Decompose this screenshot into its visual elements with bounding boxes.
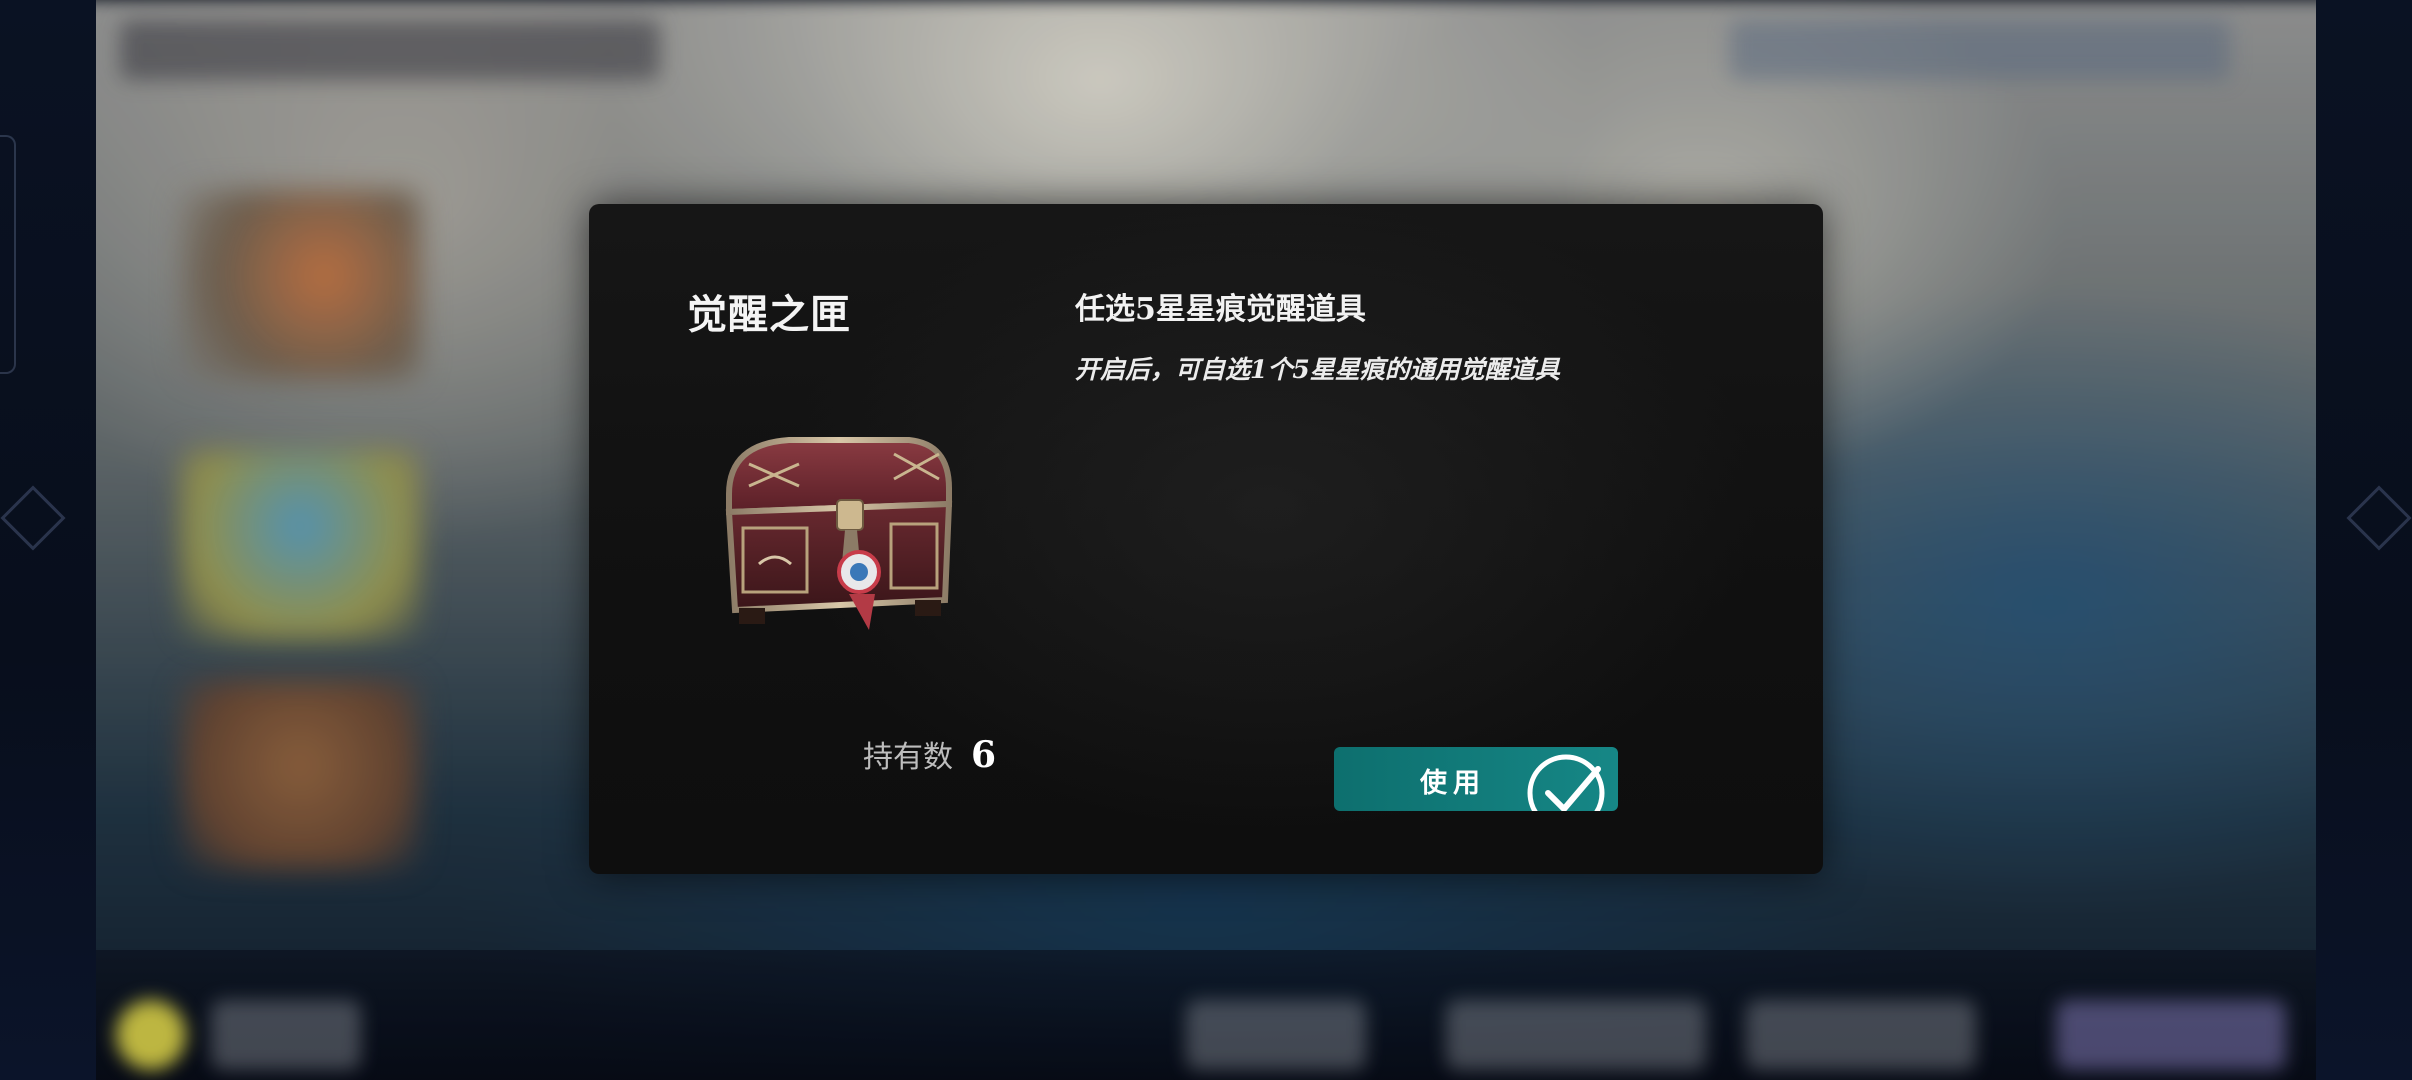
item-name: 觉醒之匣 <box>687 291 851 338</box>
owned-count: 6 <box>971 734 997 776</box>
game-screen: 觉醒之匣 持有数 6 任选5星星痕觉醒道具 开启后，可自选1个5星星痕的通用觉醒… <box>0 0 2412 1080</box>
description-title: 任选5星星痕觉醒道具 <box>1075 292 1366 327</box>
treasure-chest-icon <box>719 424 959 644</box>
description-text: 开启后，可自选1个5星星痕的通用觉醒道具 <box>1075 355 1560 384</box>
use-button-label: 使用 <box>1420 768 1486 799</box>
checkmark-circle-icon <box>1526 753 1612 811</box>
use-button[interactable]: 使用 <box>1334 747 1618 811</box>
item-detail-dialog: 觉醒之匣 持有数 6 任选5星星痕觉醒道具 开启后，可自选1个5星星痕的通用觉醒… <box>589 204 1823 874</box>
owned-count-row: 持有数 6 <box>863 732 996 776</box>
owned-label: 持有数 <box>863 740 953 775</box>
